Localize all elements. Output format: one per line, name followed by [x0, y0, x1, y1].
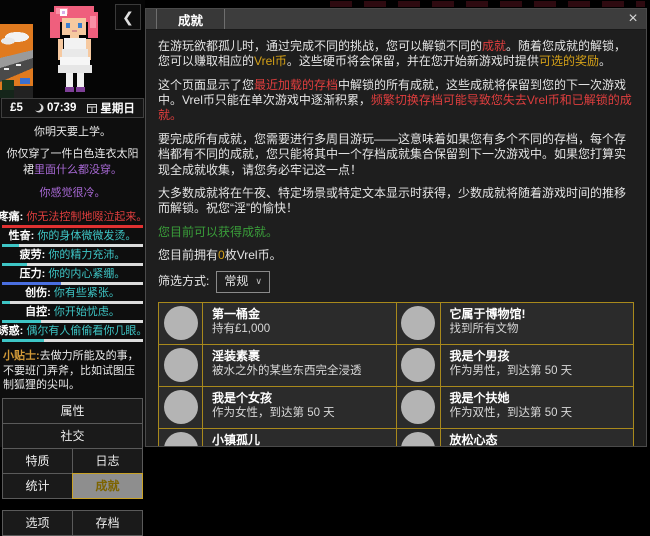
achievement-circle-icon	[163, 432, 198, 446]
sidebar-menu: 属性 社交 特质 日志 统计 成就 选项 存档	[0, 398, 145, 536]
options-button[interactable]: 选项	[2, 510, 73, 536]
status-bar: £5 07:39 星期日	[1, 98, 144, 118]
sidebar: ❮ £5 07:39 星期日 你明天要上学。 你仅穿了一件白色连衣太阳裙里面什么…	[0, 0, 148, 536]
attributes-button[interactable]: 属性	[2, 398, 143, 425]
stat-trauma-bar	[2, 301, 143, 305]
achievement-icon	[396, 302, 441, 345]
stat-stress-bar	[2, 281, 143, 285]
achievement-circle-icon	[401, 306, 435, 341]
intro-paragraph: 在游玩欲都孤儿时，通过完成不同的挑战，您可以解锁不同的成就。随着您成就的解锁，您…	[158, 39, 627, 69]
achievement-card: 淫装素裹 被水之外的某些东西完全浸透	[203, 344, 397, 387]
tip-text: 小贴士:去做力所能及的事，不要班门弄斧，比如试图压制狐狸的尖叫。	[3, 350, 139, 391]
stat-pain: 疼痛: 你无法控制地啜泣起来。	[0, 210, 148, 223]
stat-fatigue-bar	[2, 262, 143, 266]
stat-trauma: 创伤: 你有些紧张。	[25, 286, 120, 299]
stat-arousal: 性奋: 你的身体微微发烫。	[8, 229, 137, 242]
achievement-circle-icon	[401, 348, 435, 383]
character-sprite[interactable]	[36, 4, 112, 96]
achievement-card: 我是个扶她 作为双性，到达第 50 天	[440, 386, 634, 429]
achievements-dialog: 成就 × 在游玩欲都孤儿时，通过完成不同的挑战，您可以解锁不同的成就。随着您成就…	[145, 8, 647, 447]
dialog-body: 在游玩欲都孤儿时，通过完成不同的挑战，您可以解锁不同的成就。随着您成就的解锁，您…	[146, 30, 646, 446]
location-scene-image	[0, 24, 33, 98]
header-spacer	[225, 9, 620, 29]
achievement-circle-icon	[401, 432, 435, 446]
achievement-icon	[396, 386, 441, 429]
achievement-icon	[396, 344, 441, 387]
filter-selected-value: 常规	[224, 274, 249, 289]
achievement-icon	[159, 386, 203, 429]
coins-message: 您目前拥有0枚Vrel币。	[158, 247, 282, 262]
achievement-card: 放松心态在未曾昏倒的情况下度过 50 天	[440, 428, 634, 446]
saves-button[interactable]: 存档	[72, 510, 143, 536]
back-button[interactable]: ❮	[115, 4, 141, 30]
achievement-circle-icon	[163, 348, 198, 383]
traits-button[interactable]: 特质	[2, 448, 73, 475]
achievement-icon	[396, 428, 441, 446]
achievement-card: 我是个女孩 作为女性，到达第 50 天	[203, 386, 397, 429]
back-arrow-icon: ❮	[122, 8, 134, 25]
calendar-icon	[87, 104, 98, 113]
cold-message: 你感觉很冷。	[39, 187, 106, 200]
achievement-card: 它属于博物馆! 找到所有文物	[440, 302, 634, 345]
stat-stress: 压力: 你的内心紧绷。	[19, 267, 126, 280]
stat-fatigue: 疲劳: 你的精力充沛。	[19, 248, 126, 261]
achievement-circle-icon	[163, 306, 198, 341]
chevron-down-icon: ∨	[255, 276, 262, 287]
school-message: 你明天要上学。	[34, 126, 111, 138]
character-area: ❮	[0, 0, 145, 98]
time-value: 07:39	[46, 102, 77, 114]
tab-achievements[interactable]: 成就	[156, 9, 226, 29]
achievement-card: 小镇孤儿到达第 150 天	[203, 428, 397, 446]
eligibility-message: 您目前可以获得成就。	[158, 224, 279, 239]
close-icon: ×	[628, 10, 638, 27]
stat-pain-bar	[2, 224, 143, 228]
weekday-value: 星期日	[100, 103, 135, 115]
moon-icon	[33, 103, 44, 113]
achievement-card: 我是个男孩 作为男性，到达第 50 天	[440, 344, 634, 387]
unlock-timing-paragraph: 大多数成就将在午夜、特定场景或特定文本显示时获得，少数成就将随着游戏时间的推移而…	[158, 185, 627, 216]
outfit-message: 你仅穿了一件白色连衣太阳裙里面什么都没穿。	[6, 148, 139, 176]
achievement-icon	[159, 302, 203, 345]
stats-list: 疼痛: 你无法控制地啜泣起来。 性奋: 你的身体微微发烫。 疲劳: 你的精力充沛。 压…	[0, 210, 148, 343]
money-value: £5	[10, 102, 23, 114]
achievements-grid: 第一桶金 持有£1,000 它属于博物馆! 找到所有文物 淫装素裹 被水之外的某些东西…	[158, 301, 634, 446]
statistics-button[interactable]: 统计	[2, 473, 73, 500]
stat-control: 自控: 你开始忧虑。	[25, 306, 120, 319]
dialog-header: 成就 ×	[146, 9, 646, 30]
journal-button[interactable]: 日志	[72, 448, 143, 475]
social-button[interactable]: 社交	[2, 423, 143, 450]
achievements-button[interactable]: 成就	[72, 473, 143, 500]
achievement-circle-icon	[401, 390, 435, 425]
stat-allure-bar	[2, 339, 143, 343]
background-page-text	[330, 1, 645, 7]
filter-label: 筛选方式:	[158, 274, 210, 289]
achievement-icon	[159, 428, 203, 446]
stat-arousal-bar	[2, 243, 143, 247]
save-warning-paragraph: 这个页面显示了您最近加载的存档中解锁的所有成就，这些成就将保留到您的下一次游戏中…	[158, 77, 632, 123]
filter-row: 筛选方式: 常规 ∨	[158, 271, 634, 293]
achievement-icon	[159, 344, 203, 387]
achievement-circle-icon	[163, 390, 198, 425]
multi-playthrough-paragraph: 要完成所有成就，您需要进行多周目游玩——这意味着如果您有多个不同的存档，每个存档…	[158, 131, 627, 177]
stat-allure: 诱惑: 偶尔有人偷偷看你几眼。	[0, 325, 148, 338]
status-messages: 你明天要上学。 你仅穿了一件白色连衣太阳裙里面什么都没穿。 你感觉很冷。	[0, 125, 145, 202]
close-button[interactable]: ×	[620, 9, 646, 29]
achievement-card: 第一桶金 持有£1,000	[203, 302, 397, 345]
stat-control-bar	[2, 320, 143, 324]
filter-select[interactable]: 常规 ∨	[216, 271, 270, 293]
